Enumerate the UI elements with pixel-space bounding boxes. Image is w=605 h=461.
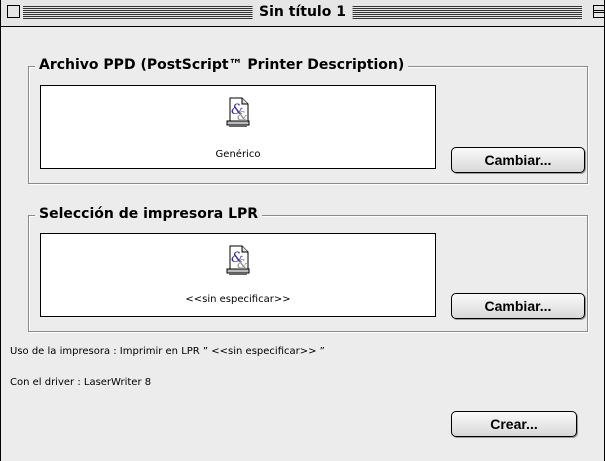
ppd-group-label: Archivo PPD (PostScript™ Printer Descrip… [35, 56, 409, 74]
document-icon: & & [226, 97, 250, 127]
ppd-change-button[interactable]: Cambiar... [451, 147, 585, 173]
collapse-box-icon[interactable] [593, 5, 604, 18]
document-icon: & & [226, 245, 250, 275]
usage-text: Uso de la impresora : Imprimir en LPR ” … [10, 346, 325, 357]
lpr-printer-well: & & <<sin especificar>> [40, 233, 436, 317]
ppd-file-name: Genérico [215, 149, 261, 160]
lpr-group-label: Selección de impresora LPR [35, 205, 263, 223]
lpr-change-button[interactable]: Cambiar... [451, 293, 585, 319]
title-bar[interactable]: Sin título 1 [1, 0, 604, 27]
close-box-icon[interactable] [7, 5, 20, 18]
create-button[interactable]: Crear... [451, 411, 577, 437]
driver-text: Con el driver : LaserWriter 8 [10, 377, 152, 388]
window-title: Sin título 1 [252, 2, 353, 22]
dialog-window: Sin título 1 Archivo PPD (PostScript™ Pr… [0, 0, 605, 461]
ppd-file-well: & & Genérico [40, 85, 436, 169]
lpr-printer-name: <<sin especificar>> [185, 294, 291, 305]
